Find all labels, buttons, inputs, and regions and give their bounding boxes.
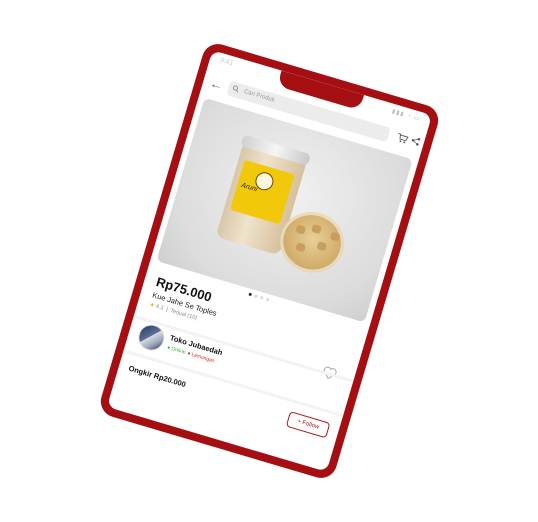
search-placeholder: Cari Produk <box>243 88 276 104</box>
carousel-dot[interactable] <box>254 294 258 298</box>
share-icon[interactable] <box>410 135 421 146</box>
cart-icon[interactable] <box>395 130 410 145</box>
carousel-dot[interactable] <box>259 295 264 300</box>
follow-button[interactable]: + Follow <box>285 411 331 439</box>
status-icons: ▮▮▮ ◔ ▭ <box>391 108 422 123</box>
back-icon[interactable]: ← <box>208 75 225 94</box>
status-time: 9:41 <box>219 56 235 68</box>
phone-mockup: 9:41 ▮▮▮ ◔ ▭ ← Cari Produk Aruni Rp75.00… <box>96 40 443 482</box>
app-screen: 9:41 ▮▮▮ ◔ ▭ ← Cari Produk Aruni Rp75.00… <box>106 50 433 472</box>
shop-status: ● Online <box>166 344 187 356</box>
shop-status-text: Online <box>170 345 187 356</box>
carousel-dot[interactable] <box>265 297 270 302</box>
rating-value: 4.3 <box>154 303 165 312</box>
search-icon <box>233 85 239 93</box>
carousel-dot[interactable] <box>248 292 253 297</box>
